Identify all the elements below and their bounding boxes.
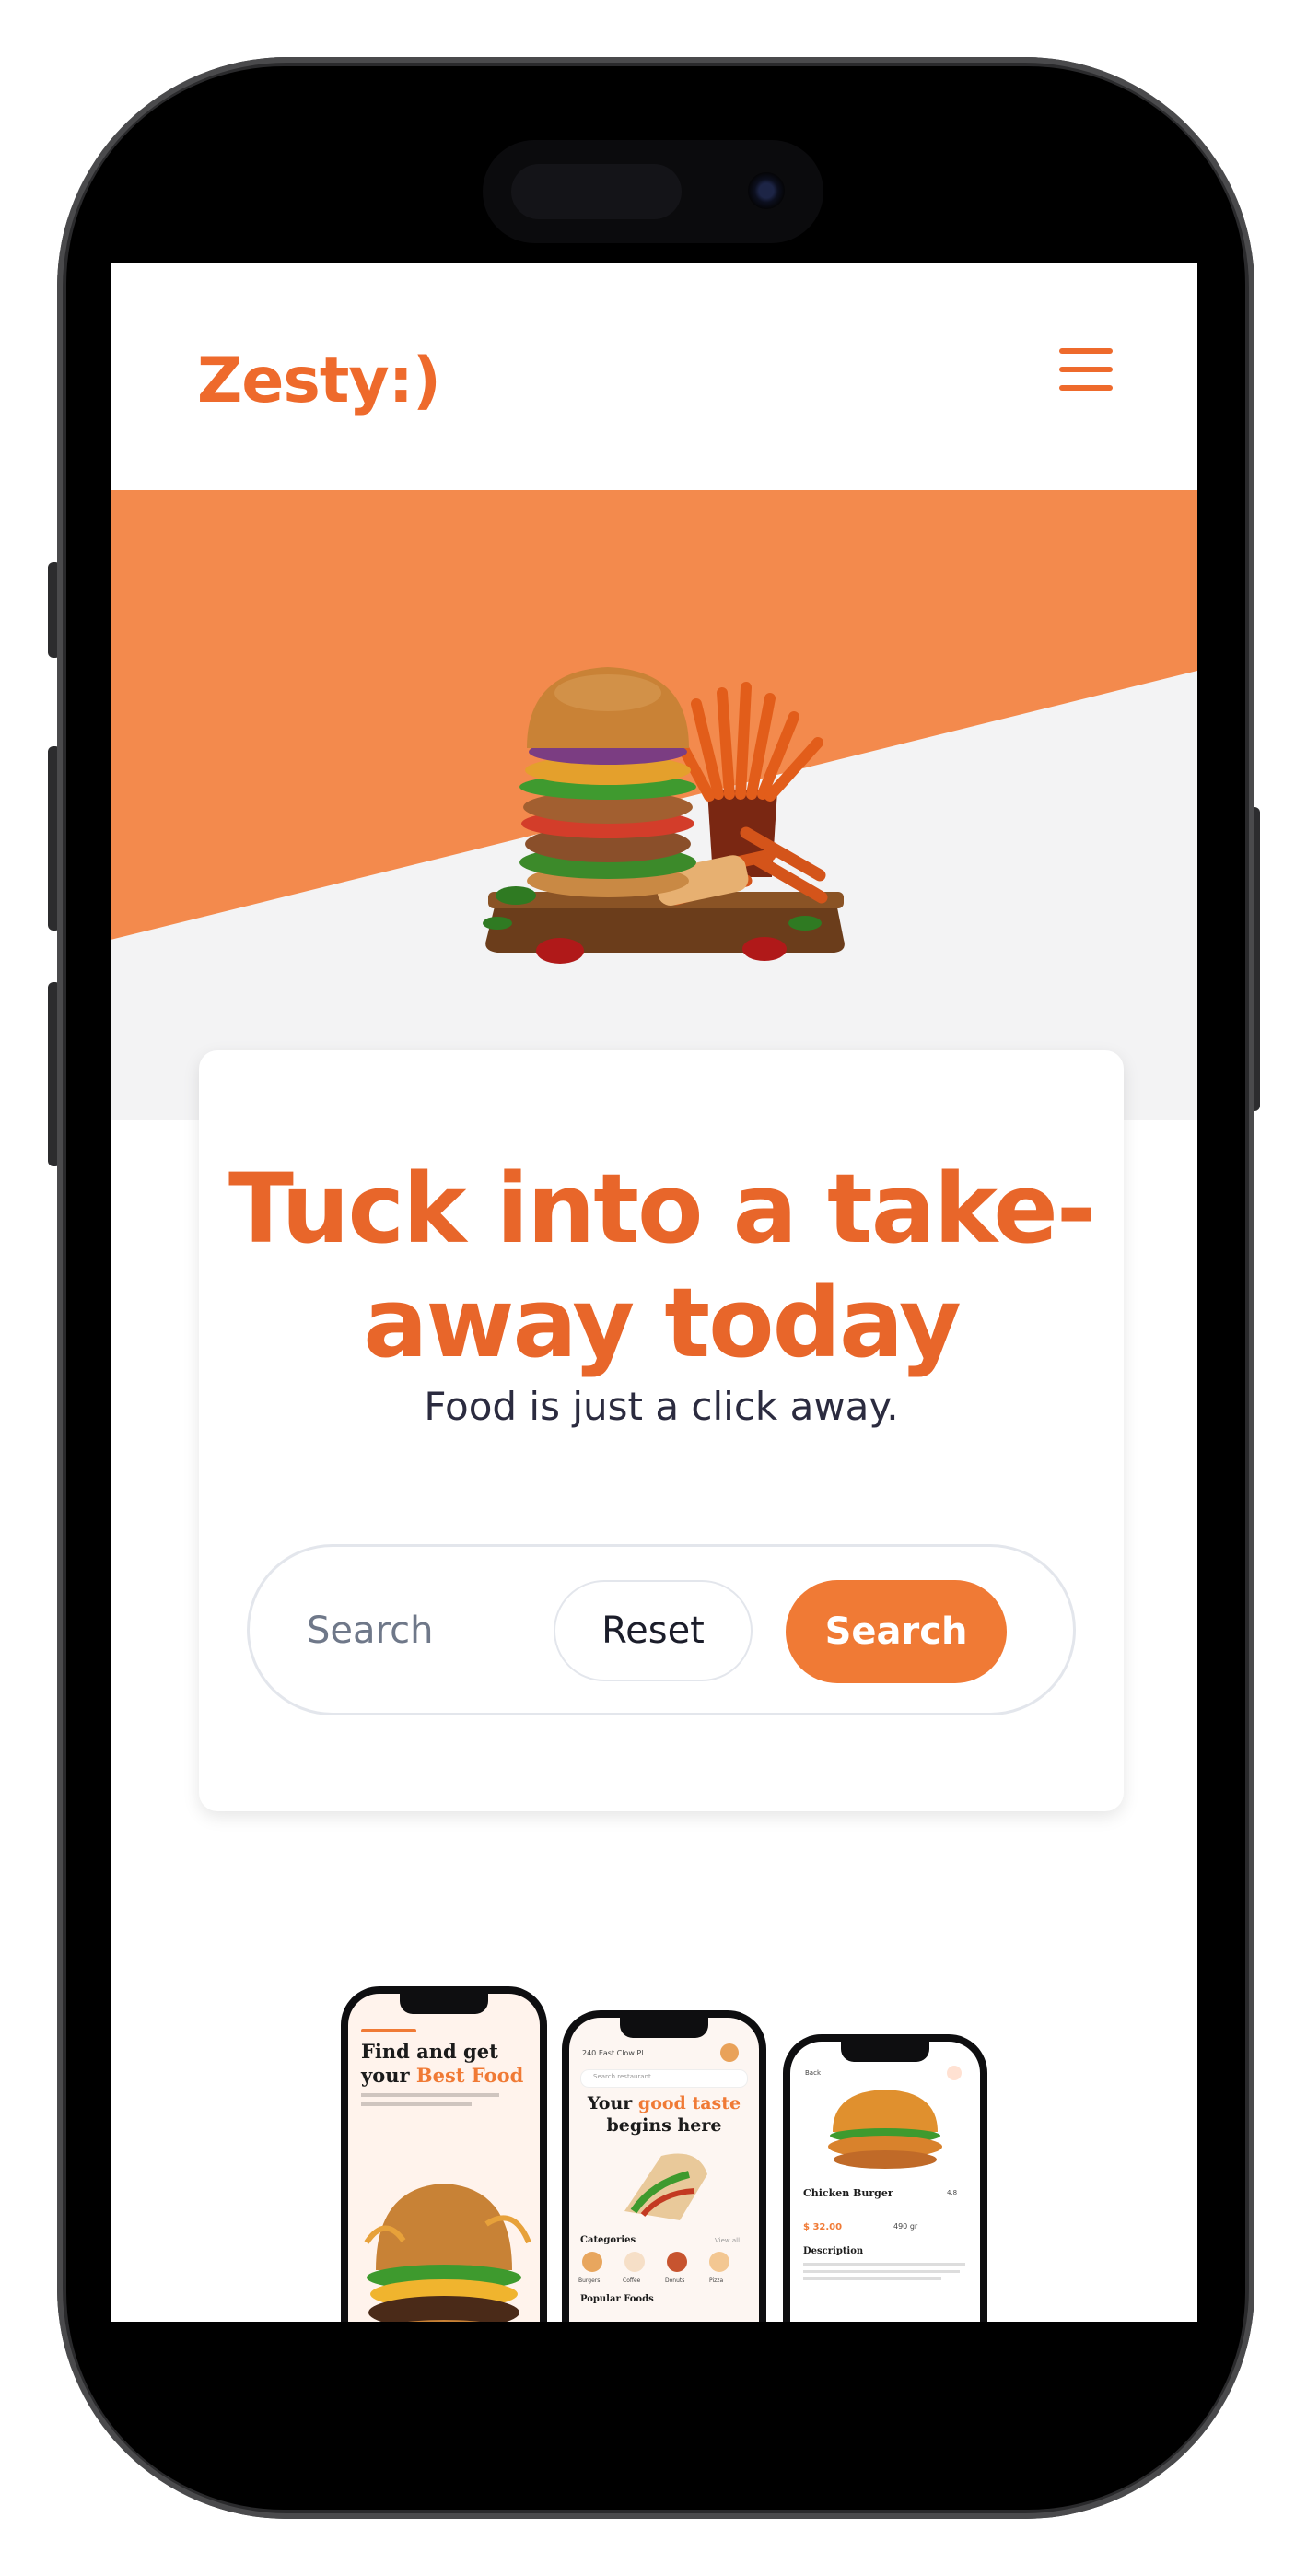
reset-button[interactable]: Reset: [554, 1580, 753, 1681]
mockup3-favorite-icon: [947, 2066, 962, 2080]
mockup1-title-line2: your Best Food: [361, 2064, 523, 2087]
mockup3-burger-image: [828, 2090, 942, 2169]
mockup2-categories-label: Categories: [580, 2235, 636, 2245]
search-bar: Reset Search: [247, 1544, 1076, 1715]
site-header: Zesty:): [111, 263, 1197, 490]
mockup1-title-line1: Find and get: [361, 2040, 498, 2063]
hero-card: Tuck into a take-away today Food is just…: [199, 1050, 1124, 1811]
mockup2-location: 240 East Clow Pl.: [582, 2049, 646, 2057]
mockup2-category-2: Coffee: [623, 2277, 641, 2284]
dynamic-island-sensor: [511, 164, 682, 219]
search-button[interactable]: Search: [786, 1580, 1007, 1683]
hero-subtitle: Food is just a click away.: [424, 1384, 899, 1429]
mockup1-title-prefix: your: [361, 2064, 416, 2087]
mockup3-rating: 4.8: [947, 2189, 958, 2196]
mockup2-popular-label: Popular Foods: [580, 2294, 654, 2304]
mockup3-back: Back: [805, 2069, 821, 2077]
mockup2-headline-prefix: Your: [587, 2093, 638, 2113]
hero-banner: [111, 490, 1197, 1120]
mockup2-headline-line1: Your good taste: [569, 2093, 759, 2113]
mockup1-title-accent: Best Food: [415, 2064, 524, 2087]
search-input[interactable]: [305, 1589, 530, 1672]
mockup-phone-1: Find and get your Best Food: [341, 1986, 547, 2322]
hamburger-menu-icon[interactable]: [1059, 346, 1116, 394]
mockup2-category-4: Pizza: [709, 2277, 724, 2284]
mockup2-view-all: View all: [715, 2237, 741, 2244]
front-camera-icon: [748, 172, 785, 209]
mockup-phone-2: 240 East Clow Pl. Search restaurant Your…: [562, 2010, 766, 2322]
mockup3-weight: 490 gr: [893, 2222, 918, 2231]
mockup3-product-name: Chicken Burger: [803, 2187, 893, 2199]
brand-logo[interactable]: Zesty:): [197, 345, 441, 417]
mockup1-burger-image: [364, 2184, 531, 2322]
mockup2-avatar: [720, 2043, 739, 2062]
phone-screen: Zesty:) Tuck into a take-away today Food…: [111, 263, 1197, 2322]
mockup2-category-1: Burgers: [578, 2277, 601, 2284]
hero-title: Tuck into a take-away today: [228, 1153, 1096, 1379]
mockup2-search-placeholder: Search restaurant: [593, 2073, 651, 2080]
mockup2-wrap-image: [624, 2153, 707, 2220]
mockup2-headline-accent: good taste: [637, 2093, 741, 2113]
mockup2-category-3: Donuts: [665, 2277, 685, 2284]
mockup-phone-3: Back Chicken Burger 4.8 $ 32.00 490 gr D…: [783, 2034, 987, 2322]
mockup3-price: $ 32.00: [803, 2222, 843, 2232]
mockup3-description-label: Description: [803, 2246, 864, 2256]
mockup2-headline-line2: begins here: [606, 2115, 722, 2136]
